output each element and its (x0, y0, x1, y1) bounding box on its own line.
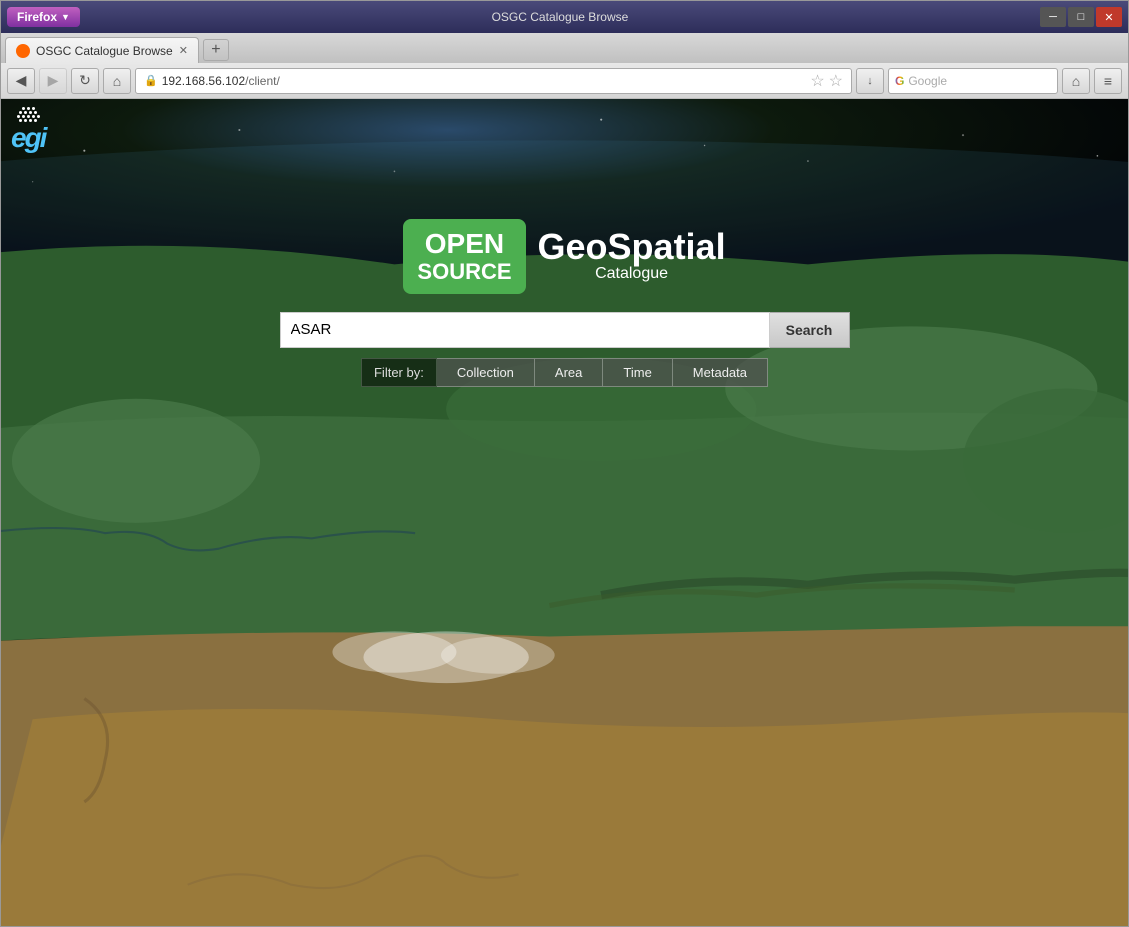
egi-dots (17, 107, 40, 122)
google-icon: G (895, 74, 904, 88)
search-row: Search (280, 312, 850, 348)
geo-spatial-text: GeoSpatial Catalogue (538, 229, 726, 283)
filter-label: Filter by: (361, 358, 437, 387)
new-tab-button[interactable]: + (203, 39, 229, 61)
dot2 (27, 107, 30, 110)
filter-tab-time[interactable]: Time (603, 358, 672, 387)
egi-dots-row1 (22, 107, 35, 110)
search-input[interactable] (280, 312, 770, 348)
reload-button[interactable]: ↻ (71, 68, 99, 94)
filter-row: Filter by: Collection Area Time Metadata (361, 358, 768, 387)
egi-dots-row3 (17, 115, 40, 118)
url-text: 192.168.56.102/client/ (162, 74, 280, 88)
source-text: SOURCE (417, 260, 511, 284)
egi-logo-area: egi (11, 107, 45, 154)
egi-text-logo: egi (11, 122, 45, 154)
browser-search-bar[interactable]: G Google (888, 68, 1058, 94)
filter-tab-collection[interactable]: Collection (437, 358, 535, 387)
menu-button[interactable]: ≡ (1094, 68, 1122, 94)
home-button2[interactable]: ⌂ (1062, 68, 1090, 94)
tab-bar: OSGC Catalogue Browse ✕ + (1, 33, 1128, 63)
lock-icon: 🔒 (144, 74, 158, 87)
browser-window: Firefox OSGC Catalogue Browse ─ □ ✕ OSGC… (0, 0, 1129, 927)
window-title: OSGC Catalogue Browse (492, 10, 629, 24)
dot1 (22, 107, 25, 110)
title-bar: Firefox OSGC Catalogue Browse ─ □ ✕ (1, 1, 1128, 33)
logo-banner: OPEN SOURCE GeoSpatial Catalogue (403, 219, 725, 294)
active-tab[interactable]: OSGC Catalogue Browse ✕ (5, 37, 199, 63)
tab-label: OSGC Catalogue Browse (36, 44, 173, 58)
bookmark-button[interactable]: ☆ (810, 71, 824, 91)
search-bar-placeholder: Google (908, 74, 947, 88)
search-button[interactable]: Search (770, 312, 850, 348)
back-button[interactable]: ◀ (7, 68, 35, 94)
open-text: OPEN (417, 229, 511, 260)
title-bar-center: OSGC Catalogue Browse (86, 10, 1034, 24)
nav-bar: ◀ ▶ ↻ ⌂ 🔒 192.168.56.102/client/ ☆ ☆ ↓ G… (1, 63, 1128, 99)
window-controls: ─ □ ✕ (1040, 7, 1122, 27)
home-button[interactable]: ⌂ (103, 68, 131, 94)
catalogue-text: Catalogue (538, 265, 726, 283)
forward-button[interactable]: ▶ (39, 68, 67, 94)
downloads-button[interactable]: ↓ (856, 68, 884, 94)
firefox-menu-button[interactable]: Firefox (7, 7, 80, 27)
search-section: OPEN SOURCE GeoSpatial Catalogue Search … (280, 219, 850, 387)
maximize-button[interactable]: □ (1068, 7, 1094, 27)
geospatial-text: GeoSpatial (538, 229, 726, 265)
url-path: /client/ (245, 74, 280, 88)
egi-dots-row2 (19, 111, 37, 114)
app-overlay: egi OPEN SOURCE GeoSpatial Catalogue (1, 99, 1128, 926)
close-button[interactable]: ✕ (1096, 7, 1122, 27)
bookmark-button2[interactable]: ☆ (829, 71, 843, 91)
tab-close-icon[interactable]: ✕ (179, 44, 188, 57)
tab-favicon (16, 44, 30, 58)
url-bar[interactable]: 🔒 192.168.56.102/client/ ☆ ☆ (135, 68, 852, 94)
dot3 (32, 107, 35, 110)
url-host: 192.168.56.102 (162, 74, 245, 88)
filter-tab-area[interactable]: Area (535, 358, 603, 387)
minimize-button[interactable]: ─ (1040, 7, 1066, 27)
filter-tab-metadata[interactable]: Metadata (673, 358, 768, 387)
open-source-box: OPEN SOURCE (403, 219, 525, 294)
content-area: egi OPEN SOURCE GeoSpatial Catalogue (1, 99, 1128, 926)
